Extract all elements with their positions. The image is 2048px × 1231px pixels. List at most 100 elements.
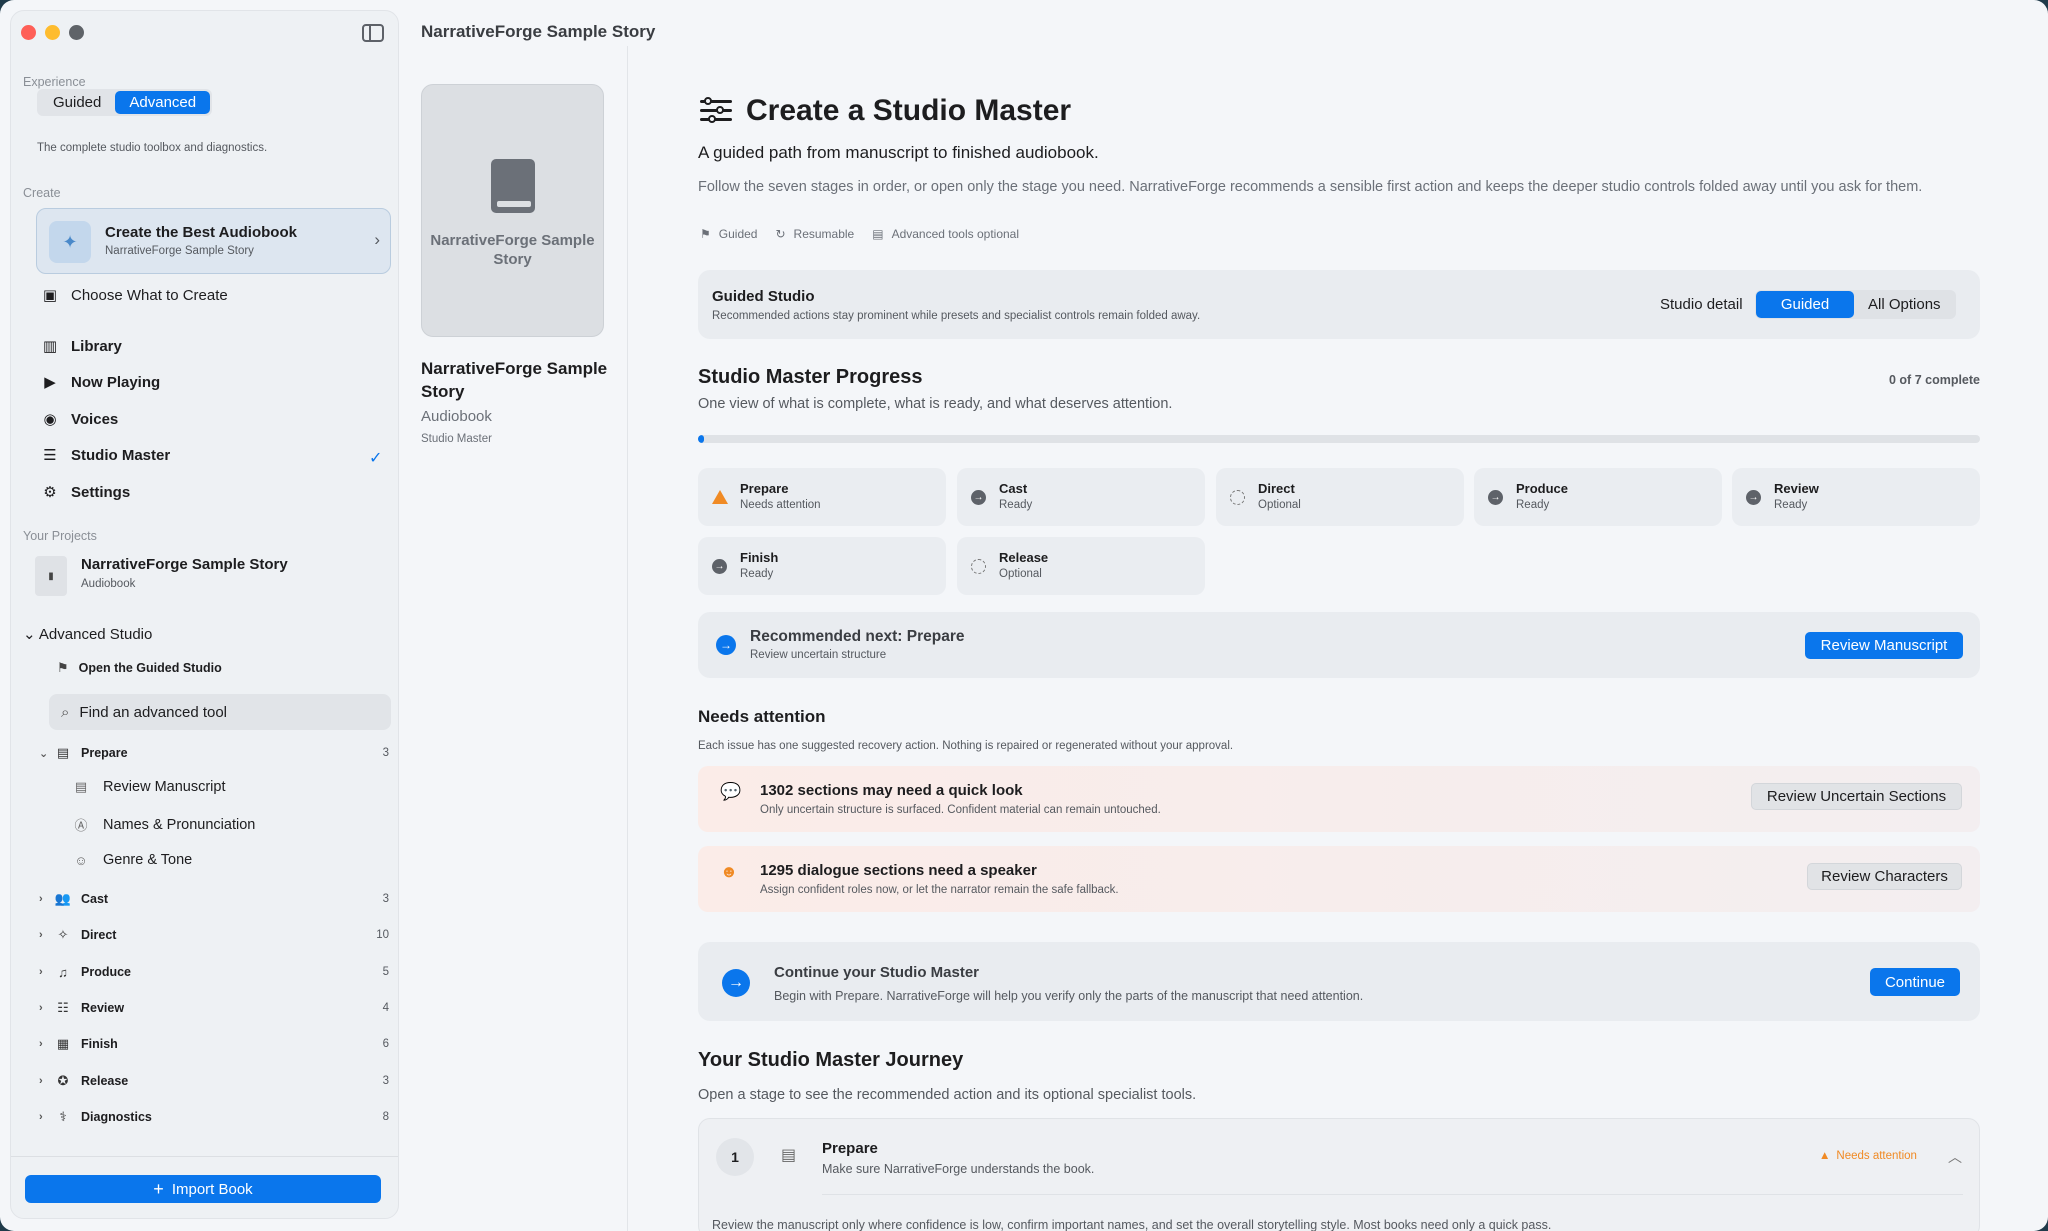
tree-row-direct[interactable]: › ✧ Direct 10 [39,923,391,947]
projects-label: Your Projects [23,529,97,543]
studio-detail-guided[interactable]: Guided [1756,291,1854,318]
tree-row-finish[interactable]: › ▦ Finish 6 [39,1032,391,1056]
close-window-button[interactable] [21,25,36,40]
continue-panel: → Continue your Studio Master Begin with… [698,942,1980,1021]
wand-icon: ✧ [57,927,69,942]
stage-status: Ready [1516,499,1550,511]
search-input[interactable]: Find an advanced tool [79,704,227,721]
tree-row-produce[interactable]: › ♫ Produce 5 [39,960,391,984]
sidebar-item-settings[interactable]: ⚙ Settings [41,483,131,502]
play-circle-icon: ▶ [44,374,56,391]
guided-studio-title: Guided Studio [712,288,815,305]
tree-row-count: 3 [382,747,389,759]
sub-item-genre-tone[interactable]: ☺ Genre & Tone [73,852,192,868]
book-icon [491,159,535,213]
experience-option-guided[interactable]: Guided [39,91,115,114]
stage-card-finish[interactable]: → Finish Ready [698,537,946,595]
advanced-studio-label: Advanced Studio [38,626,153,643]
sidebar-item-label: Settings [71,483,131,501]
chevron-up-icon[interactable]: ︿ [1948,1147,1962,1167]
text-badge-icon: Ⓐ [74,818,88,833]
journey-subtitle: Open a stage to see the recommended acti… [698,1087,1197,1103]
project-item[interactable]: ▮ NarrativeForge Sample Story Audiobook [35,552,391,596]
sidebar-item-library[interactable]: ▥ Library [41,337,122,356]
tree-row-prepare[interactable]: ⌄ ▤ Prepare 3 [39,741,391,765]
progress-count: 0 of 7 complete [1889,373,1980,387]
sidebar-item-label: Studio Master [71,446,171,464]
sidebar-toggle-icon[interactable] [362,24,384,42]
review-characters-button[interactable]: Review Characters [1807,863,1962,890]
journey-stage-card[interactable]: 1 ▤ Prepare Make sure NarrativeForge und… [698,1118,1980,1231]
guided-studio-panel: Guided Studio Recommended actions stay p… [698,270,1980,339]
create-best-audiobook-card[interactable]: ✦ Create the Best Audiobook NarrativeFor… [36,208,391,274]
tree-row-review[interactable]: › ☷ Review 4 [39,996,391,1020]
cover-title: NarrativeForge Sample Story [430,232,595,268]
tree-row-label: Cast [81,892,109,906]
recommended-next-panel: → Recommended next: Prepare Review uncer… [698,612,1980,678]
journey-divider [822,1194,1963,1195]
sidebar-item-label: Voices [71,410,119,428]
stage-name: Produce [1516,481,1569,496]
stage-card-review[interactable]: → Review Ready [1732,468,1980,526]
warning-icon: ▲ [1819,1150,1831,1162]
recommended-subtitle: Review uncertain structure [750,649,887,661]
review-uncertain-sections-button[interactable]: Review Uncertain Sections [1751,783,1962,810]
stage-card-release[interactable]: Release Optional [957,537,1205,595]
recommended-title: Recommended next: Prepare [750,628,965,645]
tree-row-cast[interactable]: › 👥 Cast 3 [39,887,391,911]
stage-card-produce[interactable]: → Produce Ready [1474,468,1722,526]
sub-item-label: Review Manuscript [103,779,226,795]
chevron-right-icon: › [374,230,380,249]
chevron-right-icon: › [39,1002,43,1014]
tree-row-diagnostics[interactable]: › ⚕ Diagnostics 8 [39,1105,391,1129]
journey-stage-title: Prepare [822,1140,878,1157]
tree-row-label: Release [81,1074,129,1088]
search-icon: ⌕ [61,703,70,721]
sidebar-item-voices[interactable]: ◉ Voices [41,410,119,429]
stage-card-prepare[interactable]: Prepare Needs attention [698,468,946,526]
choose-what-to-create-item[interactable]: ▣ Choose What to Create [41,286,228,305]
dashed-circle-icon [971,559,986,574]
plus-icon: + [153,1178,164,1199]
continue-button[interactable]: Continue [1870,968,1960,996]
project-type: Audiobook [81,578,136,590]
choose-what-to-create-label: Choose What to Create [71,286,228,304]
issue-title: 1302 sections may need a quick look [760,782,1023,799]
experience-option-advanced[interactable]: Advanced [115,91,211,114]
sub-item-review-manuscript[interactable]: ▤ Review Manuscript [73,779,226,795]
issue-subtitle: Only uncertain structure is surfaced. Co… [760,804,1161,816]
issue-subtitle: Assign confident roles now, or let the n… [760,884,1119,896]
sidebar-item-now-playing[interactable]: ▶ Now Playing [41,373,160,392]
app-window: Experience Guided Advanced The complete … [0,0,2048,1231]
stage-card-direct[interactable]: Direct Optional [1216,468,1464,526]
tree-row-label: Direct [81,928,117,942]
speech-bubble-icon: 💬 [720,782,742,801]
continue-subtitle: Begin with Prepare. NarrativeForge will … [774,989,1364,1003]
create-card-title: Create the Best Audiobook [105,224,297,241]
issue-card: 💬 1302 sections may need a quick look On… [698,766,1980,832]
warning-icon [712,490,728,504]
gear-icon: ⚙ [43,484,57,501]
stage-card-cast[interactable]: → Cast Ready [957,468,1205,526]
studio-detail-all-options[interactable]: All Options [1854,291,1955,318]
waveform-icon: ◉ [43,411,57,428]
open-guided-studio-item[interactable]: ⚑ Open the Guided Studio [57,660,222,676]
zoom-window-button[interactable] [69,25,84,40]
tree-row-label: Prepare [81,746,128,760]
review-manuscript-button[interactable]: Review Manuscript [1805,632,1963,659]
advanced-studio-header[interactable]: ⌄ Advanced Studio [23,625,152,643]
experience-label: Experience [23,75,86,89]
stage-name: Finish [740,550,779,565]
waveform-box-icon: ▦ [56,1036,70,1051]
tree-row-count: 6 [382,1038,389,1050]
sidebar-item-studio-master[interactable]: ☰ Studio Master [41,446,171,465]
dashed-circle-icon [1230,490,1245,505]
tag-guided: ⚑ Guided [700,227,758,241]
sliders-icon: ☰ [43,447,57,464]
tree-row-release[interactable]: › ✪ Release 3 [39,1069,391,1093]
sub-item-names-pronunciation[interactable]: Ⓐ Names & Pronunciation [73,815,255,834]
chevron-right-icon: › [39,893,43,905]
minimize-window-button[interactable] [45,25,60,40]
import-book-button[interactable]: + Import Book [25,1175,381,1203]
advanced-tool-search[interactable]: ⌕ Find an advanced tool [49,694,391,730]
